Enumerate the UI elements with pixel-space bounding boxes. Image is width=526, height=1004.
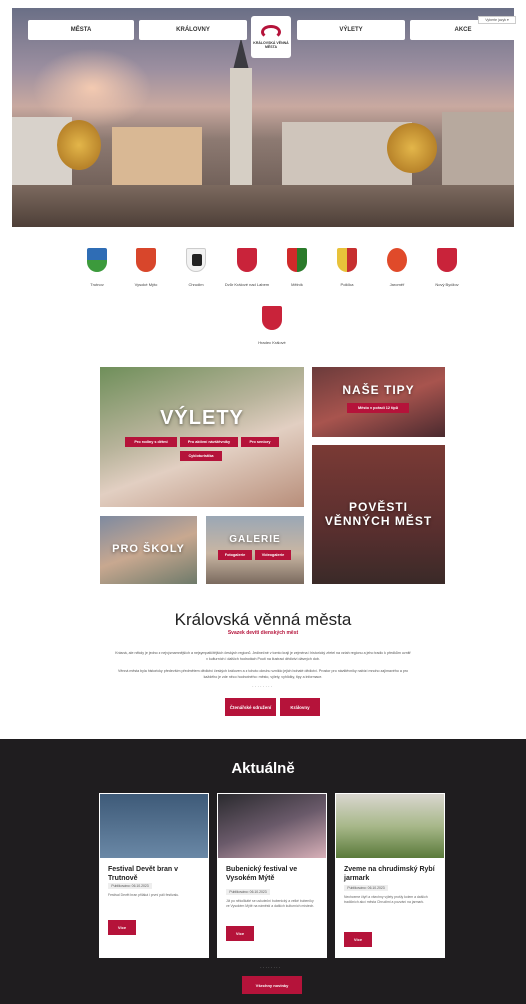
- language-label: Vyberte jazyk: [485, 18, 507, 22]
- tree: [57, 120, 101, 170]
- tile-nase-tipy[interactable]: NAŠE TIPY Město v pořadí 12 tipů: [312, 367, 445, 437]
- tile-vylety[interactable]: VÝLETY Pro rodiny s dětmi Pro aktivní ná…: [100, 367, 304, 507]
- tile-title: PRO ŠKOLY: [112, 543, 185, 555]
- city-policka[interactable]: Polička: [322, 248, 372, 288]
- news-card-more-button[interactable]: Více: [226, 926, 254, 941]
- about-subtitle: Svazek devíti dienských měst: [227, 630, 299, 636]
- city-jaromer[interactable]: Jaroměř: [372, 248, 422, 288]
- city-hradec-kralove[interactable]: Hradec Králové: [247, 306, 297, 346]
- btn-cyklo[interactable]: Cykloturistika: [180, 451, 222, 461]
- btn-fotogalerie[interactable]: Fotogalerie: [218, 550, 252, 560]
- news-image: [100, 794, 208, 858]
- news-image: [218, 794, 326, 858]
- crest-icon: [136, 248, 156, 272]
- square-ground: [12, 185, 514, 227]
- crest-icon: [237, 248, 257, 272]
- news-card-date: Publikováno: 06.10.2023: [108, 883, 152, 889]
- news-card-date: Publikováno: 06.10.2023: [226, 889, 270, 895]
- site-logo[interactable]: KRÁLOVSKÁ VĚNNÁ MĚSTA: [251, 16, 291, 58]
- tile-title: NAŠE TIPY: [342, 383, 415, 397]
- tile-pro-skoly[interactable]: PRO ŠKOLY: [100, 516, 197, 584]
- btn-about-association[interactable]: Čtenářské sdružení: [225, 698, 276, 716]
- city-name: Dvůr Králové nad Labem: [224, 282, 270, 287]
- hero-sky-glow: [32, 48, 152, 128]
- city-trutnov[interactable]: Trutnov: [72, 248, 122, 288]
- building: [442, 112, 514, 187]
- crest-icon: [437, 248, 457, 272]
- building: [112, 127, 202, 187]
- crest-icon: [287, 248, 307, 272]
- all-news-button[interactable]: Všechny novinky: [242, 976, 302, 994]
- city-melnik[interactable]: Mělník: [272, 248, 322, 288]
- tile-galerie[interactable]: GALERIE Fotogalerie Videogalerie: [206, 516, 304, 584]
- news-card-text: Nechceme čtyři a všechny výlety prošly k…: [344, 895, 428, 904]
- tile-title: POVĚSTI VĚNNÝCH MĚST: [324, 500, 433, 528]
- about-paragraph-1: Krásná, ale někdy je jedno z nejvýznamně…: [115, 651, 411, 661]
- city-name: Trutnov: [90, 282, 104, 287]
- about-paragraph-2: Věnná města byla historicky především př…: [117, 669, 409, 679]
- crest-icon: [262, 306, 282, 330]
- news-card-title[interactable]: Zveme na chrudimský Rybí jarmark: [344, 865, 439, 883]
- btn-aktivni[interactable]: Pro aktivní návštěvníky: [180, 437, 238, 447]
- logo-icon: [261, 25, 281, 39]
- news-card-date: Publikováno: 06.10.2023: [344, 885, 388, 891]
- city-vysoke-myto[interactable]: Vysoké Mýto: [121, 248, 171, 288]
- city-name: Jaroměř: [389, 282, 405, 287]
- crest-icon: [87, 248, 107, 272]
- logo-text: KRÁLOVSKÁ VĚNNÁ MĚSTA: [253, 41, 289, 49]
- btn-tipy[interactable]: Město v pořadí 12 tipů: [347, 403, 409, 413]
- news-card-text: Již po několikáté se uskuteční bubenický…: [226, 899, 315, 908]
- news-card-2[interactable]: Bubenický festival ve Vysokém Mýtě Publi…: [217, 793, 327, 958]
- divider-dots: ········: [260, 965, 282, 971]
- news-card-more-button[interactable]: Více: [108, 920, 136, 935]
- tree: [387, 123, 437, 173]
- divider-dots: ········: [252, 684, 274, 690]
- city-name: Chrudim: [188, 282, 204, 287]
- news-card-text: Festival Devět bran přiláká i první pálí…: [108, 893, 180, 897]
- city-name: Vysoké Mýto: [134, 282, 158, 287]
- news-title: Aktuálně: [231, 760, 295, 777]
- city-name: Mělník: [291, 282, 303, 287]
- church-tower: [230, 68, 252, 188]
- news-card-title[interactable]: Festival Devět bran v Trutnově: [108, 865, 203, 883]
- city-dvur-kralove[interactable]: Dvůr Králové nad Labem: [222, 248, 272, 288]
- btn-videogalerie[interactable]: Videogalerie: [255, 550, 291, 560]
- news-card-1[interactable]: Festival Devět bran v Trutnově Publiková…: [99, 793, 209, 958]
- city-novy-bydzov[interactable]: Nový Bydžov: [422, 248, 472, 288]
- news-image: [336, 794, 444, 858]
- crest-icon: [186, 248, 206, 272]
- city-name: Polička: [340, 282, 354, 287]
- church-spire: [233, 38, 249, 70]
- btn-rodiny[interactable]: Pro rodiny s dětmi: [125, 437, 177, 447]
- tile-title: VÝLETY: [160, 407, 244, 429]
- crest-icon: [387, 248, 407, 272]
- btn-seniory[interactable]: Pro seniory: [241, 437, 279, 447]
- language-select[interactable]: Vyberte jazyk ▾: [478, 16, 516, 24]
- city-chrudim[interactable]: Chrudim: [171, 248, 221, 288]
- news-card-title[interactable]: Bubenický festival ve Vysokém Mýtě: [226, 865, 321, 883]
- tile-povesti[interactable]: POVĚSTI VĚNNÝCH MĚST: [312, 445, 445, 584]
- tile-title: GALERIE: [229, 534, 281, 545]
- nav-vylety[interactable]: VÝLETY: [297, 20, 405, 40]
- nav-mesta[interactable]: MĚSTA: [28, 20, 134, 40]
- crest-icon: [337, 248, 357, 272]
- city-name: Hradec Králové: [258, 340, 286, 345]
- nav-kralovny[interactable]: KRÁLOVNY: [139, 20, 247, 40]
- about-title: Královská věnná města: [174, 610, 352, 629]
- news-card-3[interactable]: Zveme na chrudimský Rybí jarmark Publiko…: [335, 793, 445, 958]
- btn-queens[interactable]: Královny: [280, 698, 320, 716]
- city-name: Nový Bydžov: [435, 282, 459, 287]
- news-card-more-button[interactable]: Více: [344, 932, 372, 947]
